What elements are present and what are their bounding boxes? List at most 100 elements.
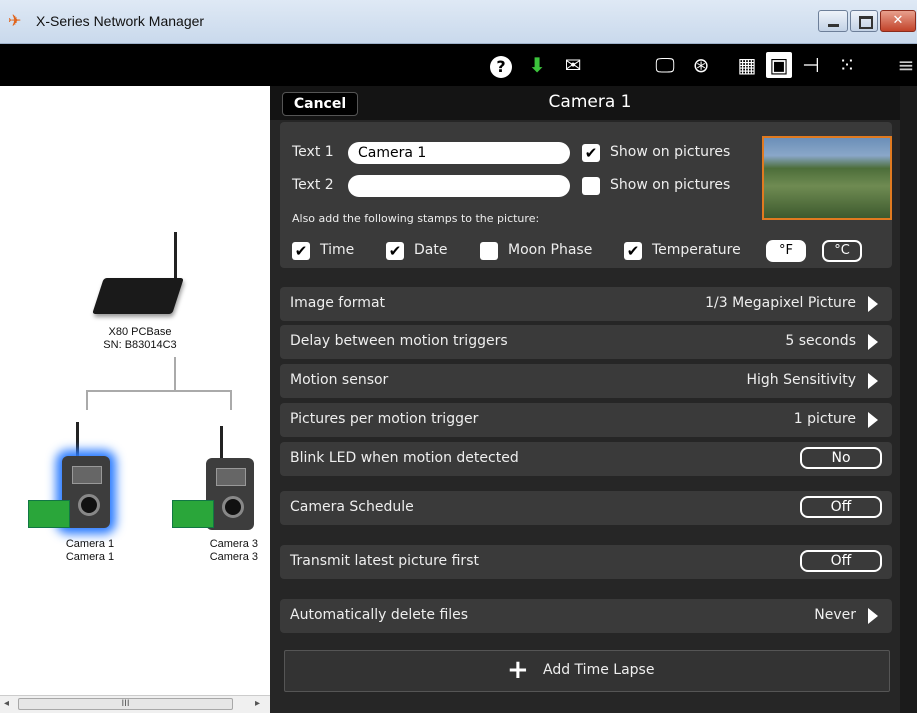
stamps-note: Also add the following stamps to the pic…	[292, 212, 540, 225]
vertical-scrollbar[interactable]	[900, 86, 917, 713]
text2-show-label: Show on pictures	[610, 177, 731, 193]
camera-1-subname: Camera 1	[65, 551, 115, 563]
menu-icon[interactable]: ≡	[893, 52, 917, 78]
setting-value: 1/3 Megapixel Picture	[705, 295, 856, 311]
mail-icon[interactable]: ✉	[560, 52, 586, 78]
film-icon[interactable]: ⊛	[688, 52, 714, 78]
setting-label: Image format	[290, 295, 386, 311]
camera-3-label: Camera 3 Camera 3	[178, 538, 258, 564]
chevron-right-icon	[868, 296, 878, 312]
plus-icon: +	[507, 655, 529, 685]
network-icon[interactable]: ▣	[766, 52, 792, 78]
stamp-options-row: ✔ Time ✔ Date Moon Phase ✔ Temperature °…	[280, 234, 892, 268]
setting-row-auto-delete[interactable]: Automatically delete files Never	[280, 599, 892, 633]
time-checkbox[interactable]: ✔	[292, 242, 310, 260]
tree-wire	[86, 390, 232, 392]
close-button[interactable]: ✕	[880, 10, 916, 32]
blink-led-toggle[interactable]: No	[800, 447, 882, 469]
horizontal-scrollbar[interactable]: ◂ III ▸	[0, 695, 270, 713]
moon-phase-label: Moon Phase	[508, 242, 593, 258]
setting-row-camera-schedule: Camera Schedule Off	[280, 491, 892, 525]
add-time-lapse-button[interactable]: + Add Time Lapse	[284, 650, 890, 692]
text1-input[interactable]	[348, 142, 570, 164]
setting-label: Blink LED when motion detected	[290, 450, 519, 466]
grid-icon[interactable]: ⁙	[834, 52, 860, 78]
camera-schedule-toggle[interactable]: Off	[800, 496, 882, 518]
setting-value: High Sensitivity	[746, 372, 856, 388]
tree-wire	[174, 357, 176, 390]
text1-show-checkbox[interactable]: ✔	[582, 144, 600, 162]
camera-screen	[216, 468, 246, 486]
date-checkbox[interactable]: ✔	[386, 242, 404, 260]
camera-3-subname: Camera 3	[209, 551, 258, 563]
camera-settings-pane: Cancel Camera 1 Text 1 ✔ Show on picture…	[270, 86, 917, 713]
time-label: Time	[320, 242, 355, 258]
setting-row-motion-sensor[interactable]: Motion sensor High Sensitivity	[280, 364, 892, 398]
settings-header: Cancel Camera 1	[270, 86, 917, 120]
setting-label: Motion sensor	[290, 372, 389, 388]
pcbase-serial: SN: B83014C3	[103, 339, 177, 351]
text1-label: Text 1	[292, 144, 334, 160]
setting-value: Never	[814, 607, 856, 623]
settings-title: Camera 1	[548, 92, 632, 112]
text2-show-checkbox[interactable]	[582, 177, 600, 195]
camera-screen	[72, 466, 102, 484]
chevron-right-icon	[868, 334, 878, 350]
maximize-button[interactable]	[850, 10, 878, 32]
moon-phase-checkbox[interactable]	[480, 242, 498, 260]
date-label: Date	[414, 242, 448, 258]
pcbase-label: X80 PCBase SN: B83014C3	[70, 326, 210, 352]
add-time-lapse-label: Add Time Lapse	[543, 662, 655, 678]
setting-row-trigger-delay[interactable]: Delay between motion triggers 5 seconds	[280, 325, 892, 359]
cancel-button[interactable]: Cancel	[282, 92, 358, 116]
pcbase-device[interactable]	[88, 266, 206, 324]
setting-label: Transmit latest picture first	[290, 553, 479, 569]
camera-lens-icon	[222, 496, 244, 518]
chevron-right-icon	[868, 412, 878, 428]
text1-show-label: Show on pictures	[610, 144, 731, 160]
camera-lens-icon	[78, 494, 100, 516]
fahrenheit-button[interactable]: °F	[766, 240, 806, 262]
camera-1-name: Camera 1	[65, 538, 115, 550]
minimize-button[interactable]	[818, 10, 848, 32]
setting-value: 5 seconds	[785, 333, 856, 349]
scroll-left-icon[interactable]: ◂	[4, 698, 9, 709]
transmit-latest-toggle[interactable]: Off	[800, 550, 882, 572]
temperature-label: Temperature	[652, 242, 741, 258]
temperature-checkbox[interactable]: ✔	[624, 242, 642, 260]
battery-icon	[28, 500, 70, 528]
pcbase-name: X80 PCBase	[108, 326, 172, 338]
monitor-icon[interactable]: 🖵	[652, 52, 678, 78]
camera-1-label: Camera 1 Camera 1	[40, 538, 140, 564]
tree-wire	[86, 390, 88, 410]
setting-row-blink-led: Blink LED when motion detected No	[280, 442, 892, 476]
setting-row-transmit-latest: Transmit latest picture first Off	[280, 545, 892, 579]
pcbase-box-icon	[92, 278, 184, 314]
celsius-button[interactable]: °C	[822, 240, 862, 262]
download-icon[interactable]: ⬇	[524, 52, 550, 78]
help-glyph: ?	[490, 56, 512, 78]
tree-wire	[230, 390, 232, 410]
setting-value: 1 picture	[793, 411, 856, 427]
scroll-thumb[interactable]: III	[18, 698, 233, 710]
setting-label: Delay between motion triggers	[290, 333, 508, 349]
setting-label: Automatically delete files	[290, 607, 469, 623]
setting-row-pictures-per-trigger[interactable]: Pictures per motion trigger 1 picture	[280, 403, 892, 437]
scroll-right-icon[interactable]: ▸	[255, 698, 260, 709]
chevron-right-icon	[868, 608, 878, 624]
window-titlebar: ✈ X-Series Network Manager ✕	[0, 0, 917, 44]
setting-row-image-format[interactable]: Image format 1/3 Megapixel Picture	[280, 287, 892, 321]
battery-icon	[172, 500, 214, 528]
setting-label: Camera Schedule	[290, 499, 414, 515]
app-logo-icon: ✈	[8, 11, 22, 30]
tree-icon[interactable]: ⊣	[798, 52, 824, 78]
screen-icon[interactable]: ▦	[734, 52, 760, 78]
chevron-right-icon	[868, 373, 878, 389]
picture-preview[interactable]	[762, 136, 892, 220]
setting-label: Pictures per motion trigger	[290, 411, 479, 427]
window-title: X-Series Network Manager	[36, 13, 205, 29]
main-toolbar: ? ⬇ ✉ 🖵 ⊛ ▦ ▣ ⊣ ⁙ ≡	[0, 44, 917, 86]
help-icon[interactable]: ?	[488, 52, 514, 78]
text2-input[interactable]	[348, 175, 570, 197]
camera-3-name: Camera 3	[209, 538, 258, 550]
